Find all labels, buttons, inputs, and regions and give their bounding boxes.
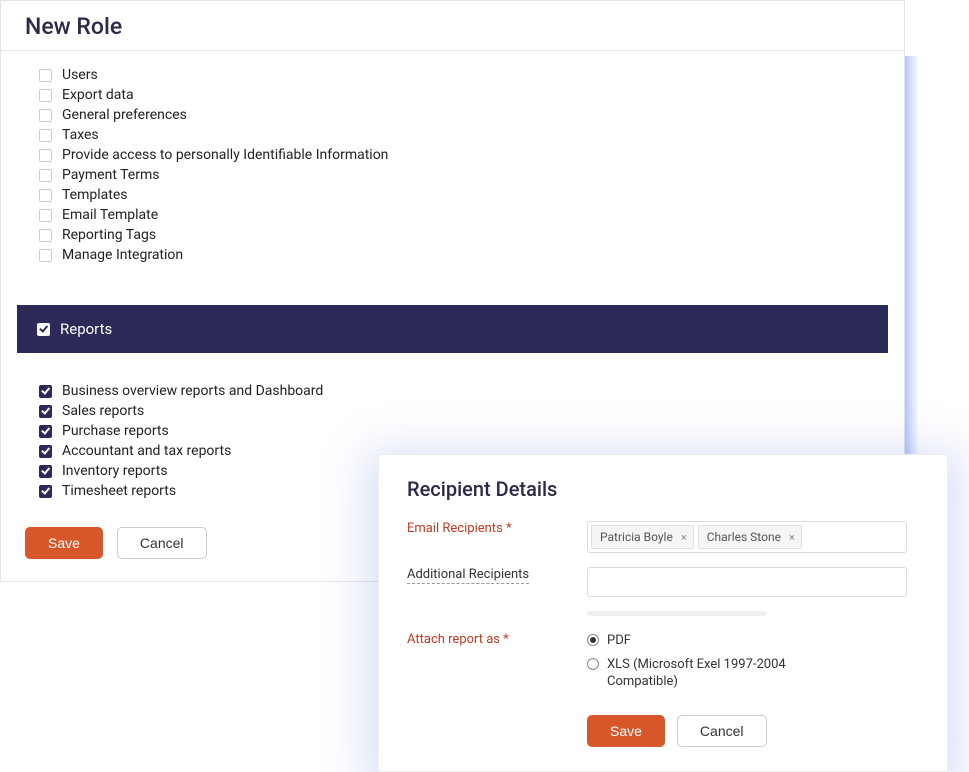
scroll-track[interactable]: [587, 611, 767, 616]
additional-recipients-input[interactable]: [587, 567, 907, 597]
attach-format-label: Attach report as *: [407, 632, 587, 647]
permission-label: Provide access to personally Identifiabl…: [62, 147, 388, 163]
permission-label: Export data: [62, 87, 134, 103]
format-option[interactable]: PDF: [587, 632, 919, 650]
checkbox-icon[interactable]: [39, 109, 52, 122]
save-button[interactable]: Save: [25, 527, 103, 559]
recipient-tag: Charles Stone ×: [698, 525, 802, 549]
role-header: New Role: [1, 1, 904, 51]
attach-format-row: Attach report as * PDF XLS (Microsoft Ex…: [407, 632, 919, 697]
checkbox-icon[interactable]: [39, 209, 52, 222]
required-star: *: [503, 632, 509, 647]
checkbox-icon[interactable]: [39, 405, 52, 418]
checkbox-icon[interactable]: [39, 445, 52, 458]
radio-icon[interactable]: [587, 634, 599, 646]
email-recipients-row: Email Recipients * Patricia Boyle × Char…: [407, 521, 919, 553]
permission-label: Payment Terms: [62, 167, 159, 183]
page-title: New Role: [25, 13, 880, 40]
permission-row[interactable]: Export data: [39, 85, 880, 105]
permission-row[interactable]: Email Template: [39, 205, 880, 225]
permission-row[interactable]: Payment Terms: [39, 165, 880, 185]
recipient-tag: Patricia Boyle ×: [591, 525, 694, 549]
permission-row[interactable]: Taxes: [39, 125, 880, 145]
report-label: Purchase reports: [62, 423, 169, 439]
permission-label: Manage Integration: [62, 247, 183, 263]
checkbox-icon[interactable]: [39, 485, 52, 498]
close-icon[interactable]: ×: [789, 531, 795, 544]
report-label: Sales reports: [62, 403, 144, 419]
checkbox-icon[interactable]: [39, 69, 52, 82]
report-label: Inventory reports: [62, 463, 168, 479]
permission-row[interactable]: Manage Integration: [39, 245, 880, 265]
permission-row[interactable]: Users: [39, 65, 880, 85]
permission-label: Taxes: [62, 127, 99, 143]
cancel-button[interactable]: Cancel: [677, 715, 767, 747]
radio-icon[interactable]: [587, 658, 599, 670]
recipient-title: Recipient Details: [407, 477, 919, 501]
format-label: PDF: [607, 632, 631, 650]
format-option[interactable]: XLS (Microsoft Exel 1997-2004 Compatible…: [587, 656, 919, 691]
recipient-details-panel: Recipient Details Email Recipients * Pat…: [378, 454, 948, 772]
checkbox-icon[interactable]: [39, 89, 52, 102]
report-row[interactable]: Purchase reports: [39, 421, 880, 441]
checkbox-icon[interactable]: [39, 129, 52, 142]
tag-label: Charles Stone: [707, 530, 781, 544]
checkbox-icon[interactable]: [39, 249, 52, 262]
cancel-button[interactable]: Cancel: [117, 527, 207, 559]
email-recipients-input[interactable]: Patricia Boyle × Charles Stone ×: [587, 521, 907, 553]
checkbox-icon[interactable]: [37, 323, 50, 336]
permission-row[interactable]: Provide access to personally Identifiabl…: [39, 145, 880, 165]
tag-label: Patricia Boyle: [600, 530, 673, 544]
report-label: Accountant and tax reports: [62, 443, 231, 459]
permission-label: General preferences: [62, 107, 187, 123]
report-row[interactable]: Business overview reports and Dashboard: [39, 381, 880, 401]
report-row[interactable]: Sales reports: [39, 401, 880, 421]
checkbox-icon[interactable]: [39, 425, 52, 438]
permission-row[interactable]: Reporting Tags: [39, 225, 880, 245]
recipient-buttons: Save Cancel: [587, 715, 919, 747]
format-label: XLS (Microsoft Exel 1997-2004 Compatible…: [607, 656, 827, 691]
save-button[interactable]: Save: [587, 715, 665, 747]
additional-recipients-label: Additional Recipients: [407, 567, 587, 584]
permission-row[interactable]: Templates: [39, 185, 880, 205]
checkbox-icon[interactable]: [39, 189, 52, 202]
additional-recipients-row: Additional Recipients: [407, 567, 919, 597]
required-star: *: [506, 521, 512, 536]
permission-row[interactable]: General preferences: [39, 105, 880, 125]
email-recipients-label: Email Recipients *: [407, 521, 587, 536]
checkbox-icon[interactable]: [39, 229, 52, 242]
report-label: Timesheet reports: [62, 483, 176, 499]
permission-label: Email Template: [62, 207, 158, 223]
reports-section-header[interactable]: Reports: [17, 305, 888, 353]
permissions-list: Users Export data General preferences Ta…: [1, 51, 904, 287]
permission-label: Users: [62, 67, 98, 83]
close-icon[interactable]: ×: [681, 531, 687, 544]
checkbox-icon[interactable]: [39, 169, 52, 182]
checkbox-icon[interactable]: [39, 149, 52, 162]
permission-label: Templates: [62, 187, 128, 203]
permission-label: Reporting Tags: [62, 227, 156, 243]
report-label: Business overview reports and Dashboard: [62, 383, 323, 399]
reports-section-label: Reports: [60, 320, 112, 338]
checkbox-icon[interactable]: [39, 385, 52, 398]
checkbox-icon[interactable]: [39, 465, 52, 478]
